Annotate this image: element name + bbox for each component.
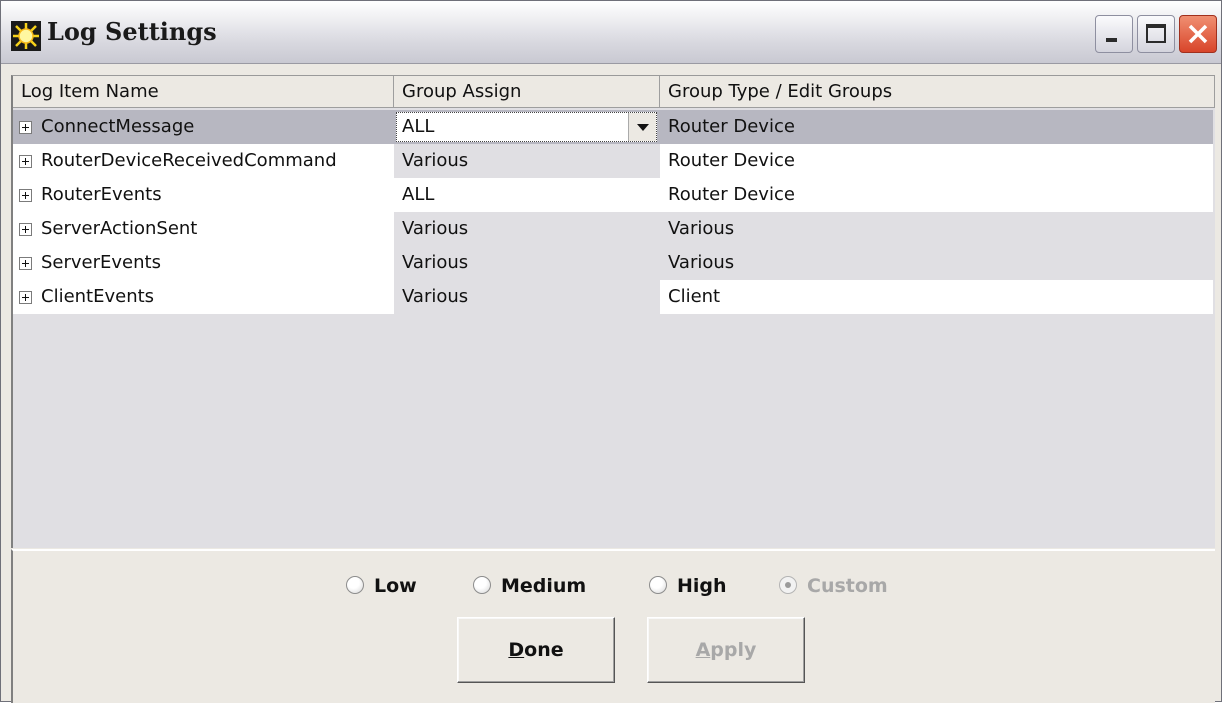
group-assign-cell[interactable]: Various <box>394 280 660 314</box>
column-header-group-type[interactable]: Group Type / Edit Groups <box>660 76 1215 108</box>
done-button[interactable]: Done <box>457 617 615 683</box>
log-item-name: ConnectMessage <box>41 116 195 137</box>
minimize-button[interactable] <box>1095 15 1133 53</box>
group-type-value: Router Device <box>668 150 795 171</box>
plus-box-icon[interactable] <box>19 257 32 270</box>
group-type-cell[interactable]: Various <box>660 212 1213 246</box>
radio-circle[interactable] <box>649 576 667 594</box>
apply-button[interactable]: Apply <box>647 617 805 683</box>
apply-label: pply <box>710 639 757 661</box>
settings-panel: Low Medium High Custom Done Apply <box>11 549 1215 703</box>
column-header-log-item-name[interactable]: Log Item Name <box>13 76 394 108</box>
radio-circle[interactable] <box>346 576 364 594</box>
column-header-group-assign[interactable]: Group Assign <box>394 76 660 108</box>
group-assign-value: Various <box>402 218 469 239</box>
log-item-name-cell[interactable]: ClientEvents <box>13 280 394 314</box>
radio-circle[interactable] <box>779 576 797 594</box>
column-header-label: Group Assign <box>402 81 522 102</box>
group-type-cell[interactable]: Router Device <box>660 178 1213 212</box>
radio-label-custom: Custom <box>807 575 888 597</box>
log-item-name-cell[interactable]: RouterDeviceReceivedCommand <box>13 144 394 178</box>
log-item-name-cell[interactable]: ConnectMessage <box>13 110 394 144</box>
done-mnemonic: D <box>508 639 525 661</box>
group-type-cell[interactable]: Client <box>660 280 1213 314</box>
group-assign-cell[interactable]: ALL <box>394 178 660 212</box>
log-item-name: ServerActionSent <box>41 218 198 239</box>
title-bar[interactable]: Log Settings <box>1 1 1221 64</box>
plus-box-icon[interactable] <box>19 121 32 134</box>
log-item-name-cell[interactable]: RouterEvents <box>13 178 394 212</box>
group-assign-value: Various <box>402 286 469 307</box>
group-assign-cell[interactable]: Various <box>394 144 660 178</box>
group-assign-value: ALL <box>402 184 435 205</box>
radio-circle[interactable] <box>473 576 491 594</box>
log-item-name-cell[interactable]: ServerActionSent <box>13 212 394 246</box>
group-type-value: Various <box>668 218 735 239</box>
column-header-label: Group Type / Edit Groups <box>668 81 893 102</box>
apply-mnemonic: A <box>695 639 711 661</box>
radio-label-low: Low <box>374 575 417 597</box>
table-row[interactable]: ConnectMessage ALL Router Device <box>13 110 1213 144</box>
group-assign-cell[interactable]: Various <box>394 246 660 280</box>
group-assign-value: Various <box>402 252 469 273</box>
log-item-name: ClientEvents <box>41 286 155 307</box>
table-row[interactable]: ClientEvents Various Client <box>13 280 1213 314</box>
plus-box-icon[interactable] <box>19 291 32 304</box>
window-title: Log Settings <box>47 17 217 46</box>
table-row[interactable]: RouterEvents ALL Router Device <box>13 178 1213 212</box>
plus-box-icon[interactable] <box>19 155 32 168</box>
group-assign-cell[interactable]: Various <box>394 212 660 246</box>
close-button[interactable] <box>1179 15 1217 53</box>
radio-label-high: High <box>677 575 727 597</box>
plus-box-icon[interactable] <box>19 223 32 236</box>
group-type-value: Client <box>668 286 721 307</box>
group-type-value: Router Device <box>668 116 795 137</box>
group-assign-cell[interactable]: ALL <box>394 110 660 144</box>
log-item-name-cell[interactable]: ServerEvents <box>13 246 394 280</box>
table-row[interactable]: ServerActionSent Various Various <box>13 212 1213 246</box>
minimize-icon <box>1106 38 1117 42</box>
group-assign-dropdown[interactable]: ALL <box>396 112 657 142</box>
group-assign-value: Various <box>402 150 469 171</box>
group-type-cell[interactable]: Router Device <box>660 110 1213 144</box>
close-icon <box>1188 24 1208 44</box>
group-type-value: Various <box>668 252 735 273</box>
group-type-cell[interactable]: Router Device <box>660 144 1213 178</box>
plus-box-icon[interactable] <box>19 189 32 202</box>
group-assign-value: ALL <box>402 116 435 137</box>
log-item-name: RouterEvents <box>41 184 162 205</box>
table-row[interactable]: ServerEvents Various Various <box>13 246 1213 280</box>
log-settings-window: Log Settings Log Item Name Group Assign … <box>0 0 1222 703</box>
maximize-button[interactable] <box>1137 15 1175 53</box>
dropdown-arrow-icon[interactable] <box>628 113 656 141</box>
log-item-name: ServerEvents <box>41 252 161 273</box>
group-type-cell[interactable]: Various <box>660 246 1213 280</box>
radio-label-medium: Medium <box>501 575 587 597</box>
log-items-table: Log Item Name Group Assign Group Type / … <box>11 75 1215 548</box>
log-item-name: RouterDeviceReceivedCommand <box>41 150 337 171</box>
table-row[interactable]: RouterDeviceReceivedCommand Various Rout… <box>13 144 1213 178</box>
group-type-value: Router Device <box>668 184 795 205</box>
sun-icon <box>11 21 41 51</box>
maximize-icon <box>1146 24 1166 43</box>
done-label: one <box>524 639 564 661</box>
column-header-label: Log Item Name <box>21 81 159 102</box>
